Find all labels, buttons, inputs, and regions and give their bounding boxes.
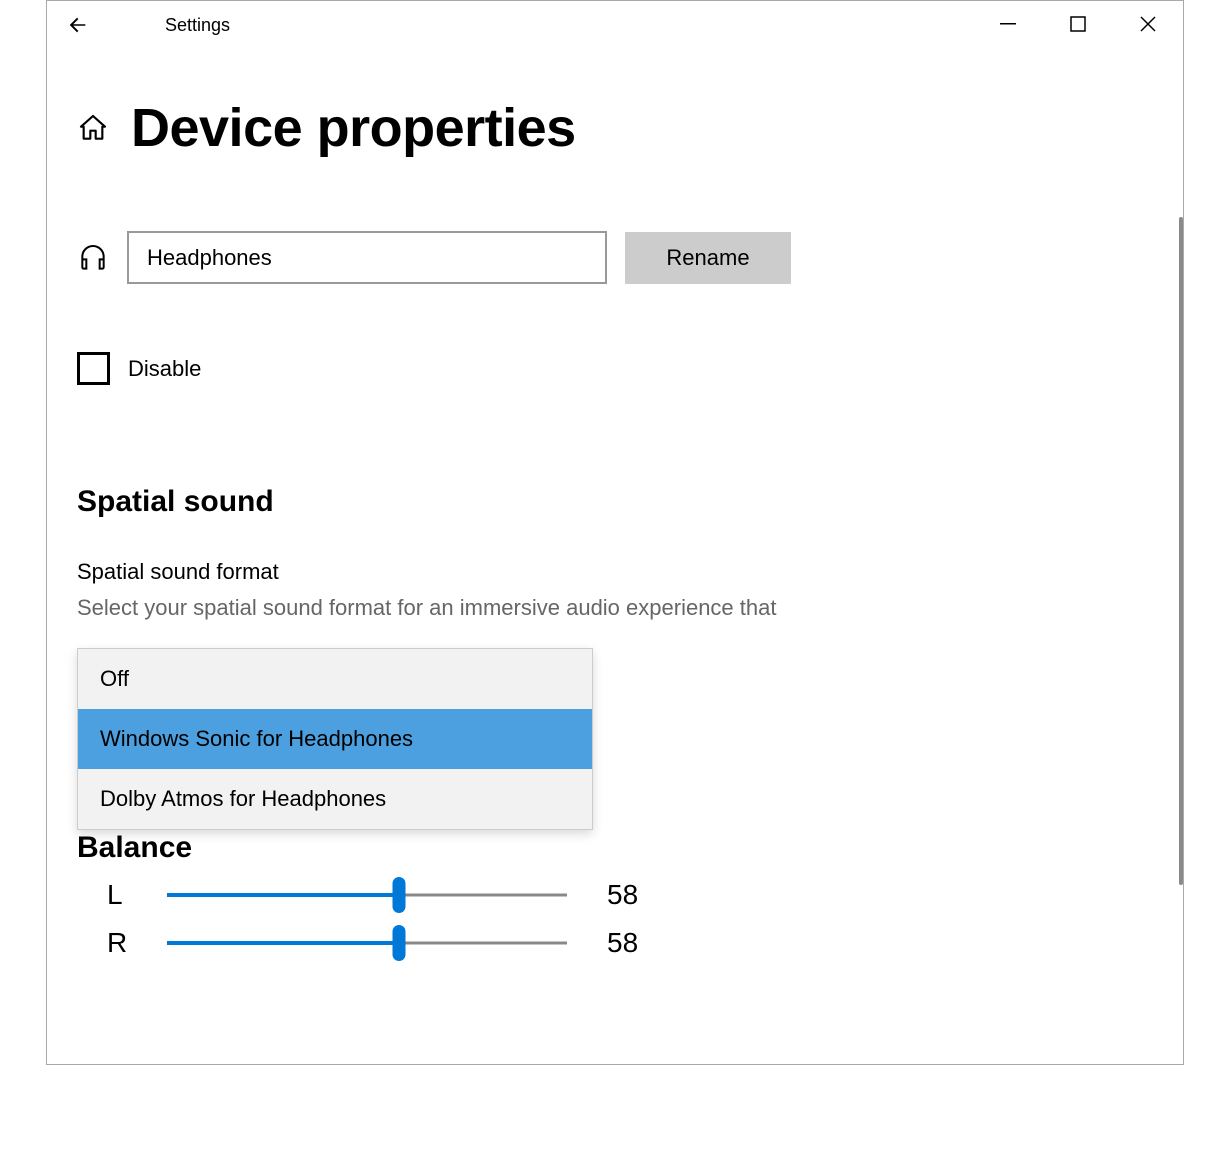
settings-window: Settings Device properties Rename Disabl xyxy=(46,0,1184,1065)
headphones-icon xyxy=(77,242,109,274)
dropdown-item-off[interactable]: Off xyxy=(78,649,592,709)
dropdown-item-windows-sonic[interactable]: Windows Sonic for Headphones xyxy=(78,709,592,769)
spatial-format-description: Select your spatial sound format for an … xyxy=(77,595,1153,621)
spatial-sound-title: Spatial sound xyxy=(77,485,1153,519)
minimize-icon xyxy=(1000,16,1016,32)
spatial-format-label: Spatial sound format xyxy=(77,559,1153,585)
app-title: Settings xyxy=(165,15,230,36)
device-name-row: Rename xyxy=(77,231,1153,284)
slider-thumb[interactable] xyxy=(393,925,406,961)
slider-thumb[interactable] xyxy=(393,877,406,913)
back-button[interactable] xyxy=(47,1,109,49)
balance-title: Balance xyxy=(77,831,1153,865)
vertical-scrollbar[interactable] xyxy=(1179,217,1183,885)
maximize-icon xyxy=(1070,16,1086,32)
minimize-button[interactable] xyxy=(973,1,1043,46)
maximize-button[interactable] xyxy=(1043,1,1113,46)
balance-right-slider[interactable] xyxy=(167,925,567,961)
page-header: Device properties xyxy=(77,97,1153,159)
close-button[interactable] xyxy=(1113,1,1183,46)
balance-right-label: R xyxy=(77,927,167,959)
spatial-format-dropdown[interactable]: Off Windows Sonic for Headphones Dolby A… xyxy=(77,648,593,830)
back-arrow-icon xyxy=(67,14,89,36)
device-name-input[interactable] xyxy=(127,231,607,284)
close-icon xyxy=(1140,16,1156,32)
balance-left-label: L xyxy=(77,879,167,911)
disable-checkbox[interactable] xyxy=(77,352,110,385)
balance-left-value: 58 xyxy=(607,879,638,911)
rename-button[interactable]: Rename xyxy=(625,232,791,284)
home-icon[interactable] xyxy=(77,112,109,144)
balance-right-row: R 58 xyxy=(77,925,1153,961)
window-controls xyxy=(973,1,1183,46)
content-area: Device properties Rename Disable Spatial… xyxy=(47,49,1183,1064)
balance-right-value: 58 xyxy=(607,927,638,959)
disable-checkbox-row[interactable]: Disable xyxy=(77,352,1153,385)
balance-left-row: L 58 xyxy=(77,877,1153,913)
dropdown-item-dolby-atmos[interactable]: Dolby Atmos for Headphones xyxy=(78,769,592,829)
page-title: Device properties xyxy=(131,97,576,159)
title-bar: Settings xyxy=(47,1,1183,49)
balance-left-slider[interactable] xyxy=(167,877,567,913)
disable-checkbox-label: Disable xyxy=(128,356,201,382)
